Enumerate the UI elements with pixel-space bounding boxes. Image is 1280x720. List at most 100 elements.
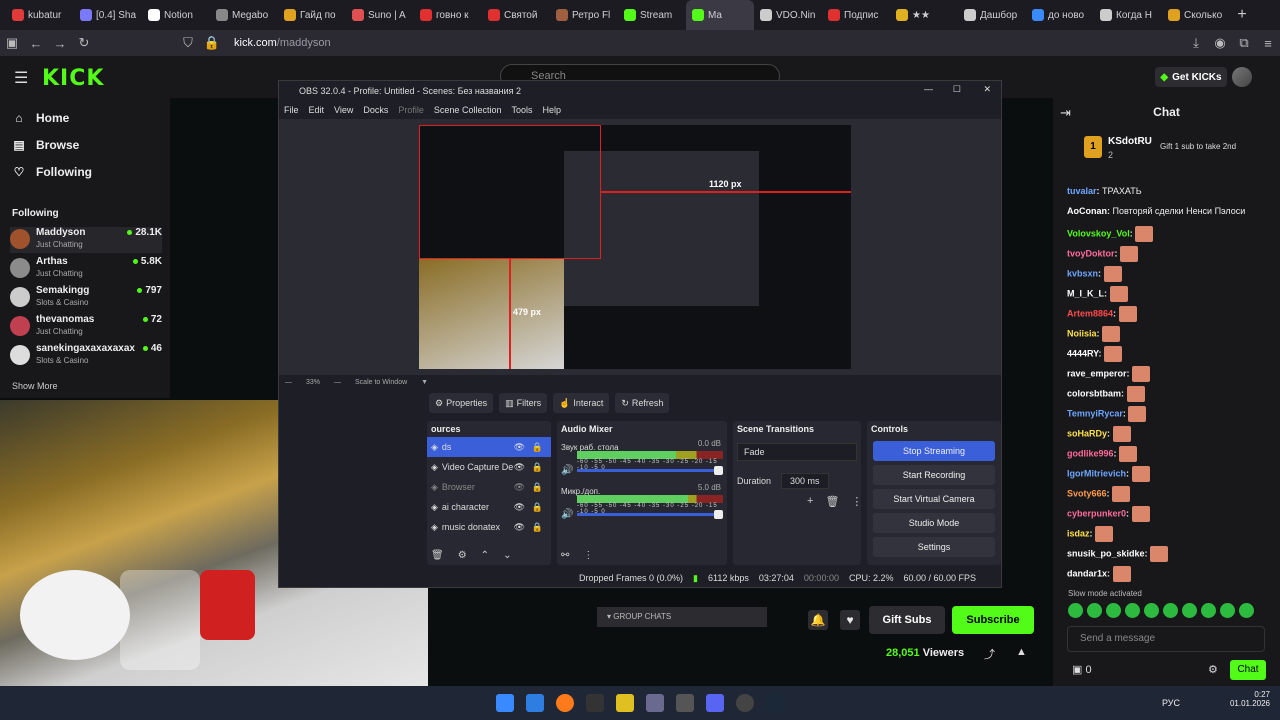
chat-message[interactable]: cyberpunker0:: [1067, 506, 1150, 522]
heart-icon[interactable]: ♥: [840, 610, 860, 630]
url-field[interactable]: kick.com/maddyson: [234, 37, 331, 49]
more-icon[interactable]: ⋮: [851, 495, 862, 508]
lock-icon[interactable]: 🔒: [532, 442, 543, 453]
move-up-icon[interactable]: ⌃: [481, 550, 489, 561]
channel-item[interactable]: sanekingaxaxaxaxax Slots & Casino 46: [10, 343, 162, 369]
source-row[interactable]: ◈ music donatex 👁 🔒: [427, 517, 551, 537]
chat-message[interactable]: tuvalar: ТРАХАТЬ: [1067, 186, 1142, 196]
menu-item-help[interactable]: Help: [542, 105, 561, 115]
download-icon[interactable]: ⤓: [1184, 35, 1208, 51]
browser-tab[interactable]: Stream: [618, 0, 686, 30]
gear-icon[interactable]: ⚙: [1208, 663, 1218, 676]
zoom-in-icon[interactable]: —: [334, 379, 341, 386]
chat-username[interactable]: snusik_po_skidke: [1067, 548, 1145, 558]
browser-tab[interactable]: kubatur: [6, 0, 74, 30]
emote-icon[interactable]: [1201, 603, 1216, 618]
lock-icon[interactable]: 🔒: [532, 522, 543, 533]
obs-preview-canvas[interactable]: 1120 px 479 px: [419, 125, 851, 369]
close-icon[interactable]: ✕: [983, 84, 991, 95]
chat-message[interactable]: soHaRDy:: [1067, 426, 1131, 442]
terminal-icon[interactable]: [586, 694, 604, 712]
group-chats-bar[interactable]: ▾ GROUP CHATS: [597, 607, 767, 627]
volume-slider[interactable]: [577, 466, 723, 475]
menu-item-docks[interactable]: Docks: [363, 105, 388, 115]
scale-mode[interactable]: Scale to Window: [355, 379, 407, 386]
emote-icon[interactable]: [1239, 603, 1254, 618]
emote-icon[interactable]: [1220, 603, 1235, 618]
browser-tab[interactable]: ★★: [890, 0, 958, 30]
gift-subs-button[interactable]: Gift Subs: [869, 606, 945, 634]
stop-streaming-button[interactable]: Stop Streaming: [873, 441, 995, 461]
filters-button[interactable]: ▥ Filters: [499, 393, 548, 413]
share-icon[interactable]: ⤴: [984, 646, 995, 662]
lock-icon[interactable]: 🔒: [532, 462, 543, 473]
source-row[interactable]: ◈ ai character 👁 🔒: [427, 497, 551, 517]
eye-icon[interactable]: 👁: [514, 442, 525, 453]
chat-message[interactable]: TemnyiRycar:: [1067, 406, 1147, 422]
more-icon[interactable]: ⋮: [583, 550, 593, 561]
chat-username[interactable]: 4444RY: [1067, 348, 1099, 358]
browser-tab[interactable]: Святой: [482, 0, 550, 30]
transition-select[interactable]: Fade: [737, 443, 857, 461]
emote-icon[interactable]: [1068, 603, 1083, 618]
eye-icon[interactable]: 👁: [514, 522, 525, 533]
browser-tab[interactable]: Гайд по: [278, 0, 346, 30]
extensions-icon[interactable]: ⧉: [1232, 35, 1256, 51]
file-explorer-icon[interactable]: [526, 694, 544, 712]
chevron-down-icon[interactable]: ▼: [421, 379, 428, 386]
firefox-icon[interactable]: [556, 694, 574, 712]
chat-message[interactable]: Svoty666:: [1067, 486, 1131, 502]
discord-icon[interactable]: [706, 694, 724, 712]
channel-item[interactable]: Maddyson Just Chatting 28.1K: [10, 227, 162, 253]
source-row[interactable]: ◈ Video Capture De 👁 🔒: [427, 457, 551, 477]
chat-username[interactable]: cyberpunker0: [1067, 508, 1126, 518]
app-icon[interactable]: [616, 694, 634, 712]
obs-icon[interactable]: [736, 694, 754, 712]
selection-box[interactable]: [419, 125, 601, 259]
chat-username[interactable]: AoConan: [1067, 206, 1107, 216]
start-recording-button[interactable]: Start Recording: [873, 465, 995, 485]
hamburger-menu-icon[interactable]: ☰: [14, 68, 28, 88]
speaker-icon[interactable]: 🔊: [561, 509, 573, 520]
chat-message[interactable]: dandar1x:: [1067, 566, 1131, 582]
subscribe-button[interactable]: Subscribe: [952, 606, 1034, 634]
reload-icon[interactable]: ↻: [72, 35, 96, 51]
chat-username[interactable]: colorsbtbam: [1067, 388, 1121, 398]
chat-message[interactable]: godlike996:: [1067, 446, 1138, 462]
chat-username[interactable]: tvoyDoktor: [1067, 248, 1115, 258]
channel-item[interactable]: thevanomas Just Chatting 72: [10, 314, 162, 340]
chat-message-input[interactable]: Send a message: [1067, 626, 1265, 652]
move-down-icon[interactable]: ⌄: [503, 550, 511, 561]
emote-icon[interactable]: [1163, 603, 1178, 618]
remove-icon[interactable]: 🗑: [431, 550, 444, 561]
lock-icon[interactable]: 🔒: [532, 482, 543, 493]
get-kicks-button[interactable]: ◆ Get KICKs: [1155, 67, 1227, 87]
chat-message[interactable]: isdaz:: [1067, 526, 1114, 542]
lock-icon[interactable]: 🔒: [532, 502, 543, 513]
chat-username[interactable]: IgorMitrievich: [1067, 468, 1126, 478]
browser-tab[interactable]: Megabo: [210, 0, 278, 30]
chat-message[interactable]: Artem8864:: [1067, 306, 1137, 322]
app-icon[interactable]: [646, 694, 664, 712]
menu-item-file[interactable]: File: [284, 105, 299, 115]
duration-field[interactable]: 300 ms: [781, 473, 829, 489]
chat-send-button[interactable]: Chat: [1230, 660, 1266, 680]
chat-message[interactable]: Noiisia:: [1067, 326, 1121, 342]
browser-tab[interactable]: говно к: [414, 0, 482, 30]
emote-icon[interactable]: [1182, 603, 1197, 618]
avatar[interactable]: [1232, 67, 1252, 87]
chat-username[interactable]: Noiisia: [1067, 328, 1097, 338]
settings-button[interactable]: Settings: [873, 537, 995, 557]
link-icon[interactable]: ⚯: [561, 550, 569, 561]
browser-tab[interactable]: Suno | A: [346, 0, 414, 30]
chat-message[interactable]: colorsbtbam:: [1067, 386, 1145, 402]
chat-username[interactable]: soHaRDy: [1067, 428, 1107, 438]
emote-icon[interactable]: [1144, 603, 1159, 618]
browser-tab[interactable]: Notion: [142, 0, 210, 30]
speaker-icon[interactable]: 🔊: [561, 465, 573, 476]
chat-username[interactable]: godlike996: [1067, 448, 1114, 458]
chat-username[interactable]: M_I_K_L: [1067, 288, 1104, 298]
sidebar-item-following[interactable]: ♡ Following: [12, 165, 92, 179]
emote-icon[interactable]: [1087, 603, 1102, 618]
warning-icon[interactable]: ▲: [1016, 646, 1027, 658]
